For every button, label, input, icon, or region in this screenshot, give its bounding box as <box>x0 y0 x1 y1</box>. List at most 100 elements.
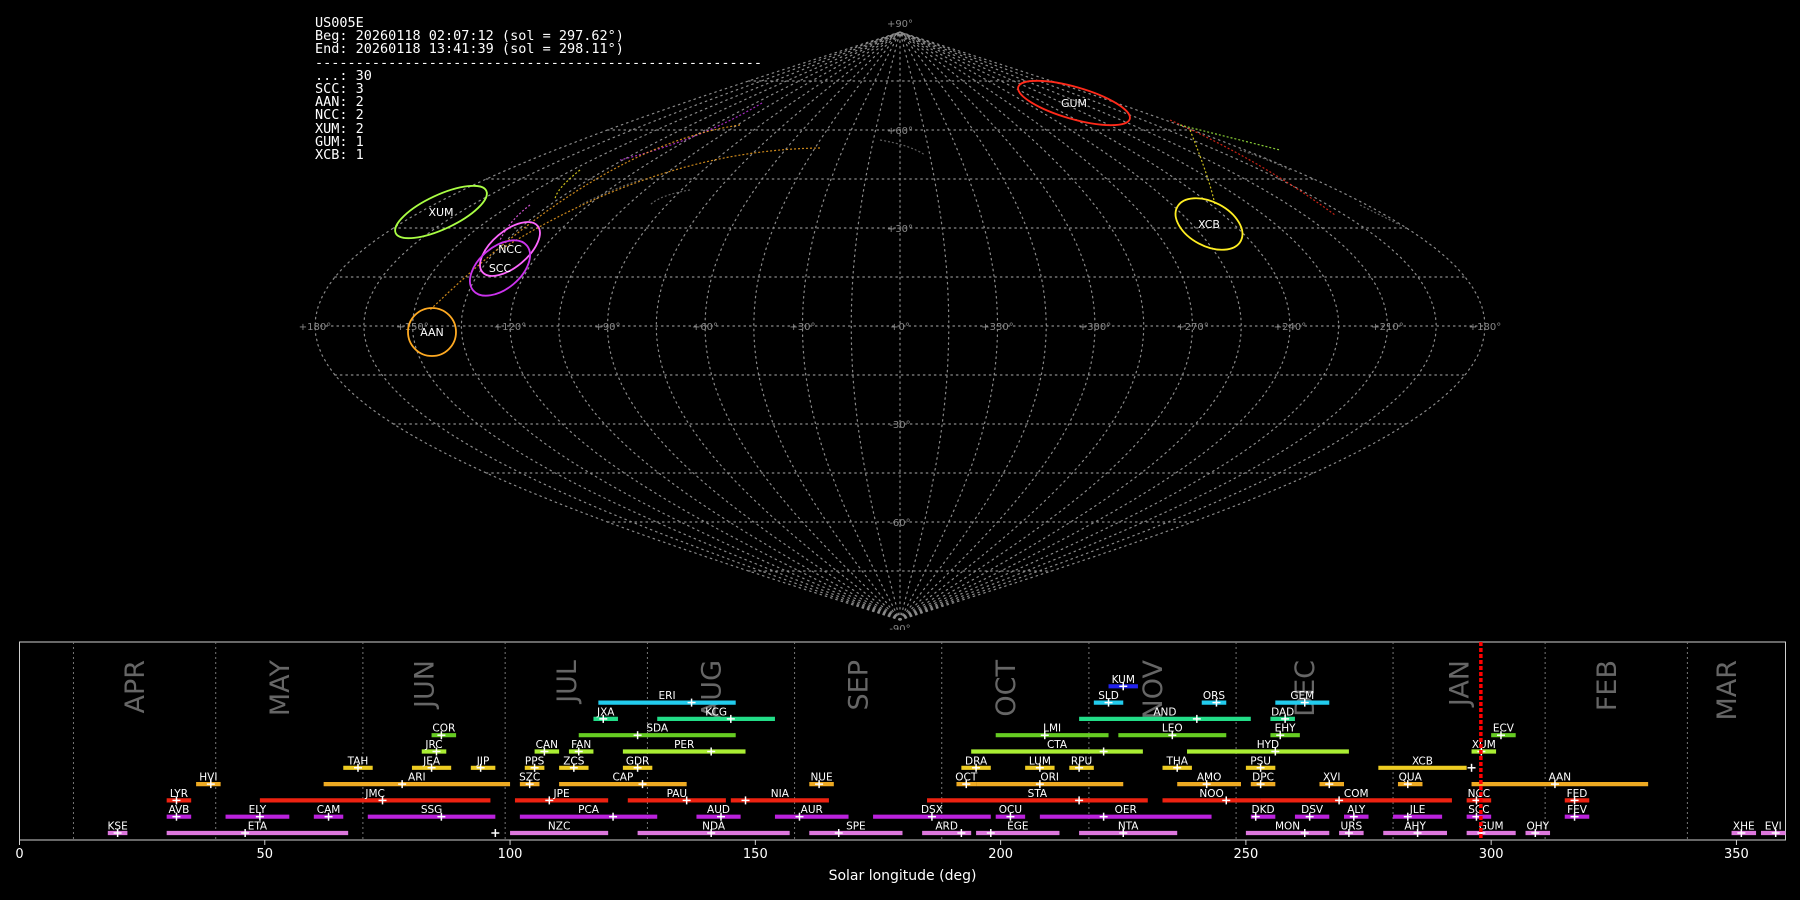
shower-bar-kse: KSE <box>108 821 128 837</box>
shower-bar-ori: ORI <box>976 772 1124 789</box>
x-tick-label: 0 <box>15 847 23 862</box>
shower-label: URS <box>1341 821 1363 833</box>
shower-label: STA <box>1028 788 1048 800</box>
x-axis-label: Solar longitude (deg) <box>829 868 977 884</box>
month-label: DEC <box>1290 660 1321 717</box>
shower-bar-gdr: GDR <box>622 755 653 772</box>
shower-bar-xvi: XVI <box>1319 772 1344 789</box>
shower-label: NTA <box>1118 821 1139 833</box>
shower-bar-kcg: KCG <box>657 706 775 723</box>
shower-bar-kum: KUM <box>1108 674 1138 691</box>
shower-label: CAP <box>612 772 633 784</box>
lon-label: +180° <box>1469 322 1501 333</box>
shower-label: JRC <box>424 739 442 751</box>
meteor-trail <box>1189 129 1216 206</box>
shower-bar-amo: AMO <box>1177 772 1241 789</box>
shower-label: OCU <box>999 804 1022 816</box>
shower-label: SLD <box>1098 690 1119 702</box>
shower-bar-aud: AUD <box>696 804 741 821</box>
shower-label: ARI <box>408 772 426 784</box>
shower-bar-eta: ETA <box>166 821 349 837</box>
shower-bar-per: PER <box>622 739 746 756</box>
shower-label: XHE <box>1733 821 1755 833</box>
shower-bar-ege: EGE <box>976 821 1060 837</box>
shower-bar-jea: JEA <box>411 755 452 772</box>
shower-label: LYR <box>170 788 188 800</box>
lat-label: +30° <box>887 224 913 235</box>
meteor-trail <box>1179 124 1281 151</box>
shower-bar-cor: COR <box>431 723 457 740</box>
shower-bar-noo: NOO <box>1162 788 1261 805</box>
shower-label: ZCS <box>563 755 585 767</box>
shower-bar-nda: NDA <box>637 821 790 837</box>
shower-label: FAN <box>571 739 591 751</box>
shower-bar-scc: SCC <box>1466 804 1492 821</box>
shower-timeline-chart: APR MAY JUN JUL AUG SEP OCT NOV DEC JAN FEB MARKUME… <box>15 641 1786 884</box>
shower-label: OHY <box>1526 821 1549 833</box>
shower-bar-cap: CAP <box>559 772 687 789</box>
shower-bar-gum: GUM <box>1466 821 1516 837</box>
shower-bar-szc: SZC <box>519 772 540 789</box>
shower-bar-dra: DRA <box>961 755 991 772</box>
shower-label: KSE <box>108 821 128 833</box>
month-label: JUL <box>552 660 583 705</box>
shower-bar-zcs: ZCS <box>559 755 589 772</box>
month-label: SEP <box>844 660 875 710</box>
shower-label: PSU <box>1250 755 1271 767</box>
shower-bar-avb: AVB <box>166 804 192 821</box>
shower-bar-tah: TAH <box>343 755 373 772</box>
shower-label: FEV <box>1567 804 1588 816</box>
shower-bar-cta: CTA <box>971 739 1143 756</box>
shower-label: AVB <box>168 804 189 816</box>
shower-bar-jxa: JXA <box>593 706 618 723</box>
radiant-label: NCC <box>498 243 522 256</box>
shower-label: EGE <box>1007 821 1028 833</box>
shower-label: NUE <box>810 772 832 784</box>
shower-label: GDR <box>626 755 650 767</box>
shower-label: TAH <box>347 755 369 767</box>
shower-bar-ncc: NCC <box>1466 788 1492 805</box>
shower-bar-tha: THA <box>1162 755 1192 772</box>
shower-label: JPE <box>553 788 570 800</box>
shower-bar-dsx: DSX <box>873 804 991 821</box>
shower-label: DAD <box>1271 706 1294 718</box>
lon-label: +210° <box>1371 322 1403 333</box>
lat-label: +60° <box>887 126 913 137</box>
shower-bar-xum: XUM <box>1471 739 1497 756</box>
shower-bar-ely: ELY <box>225 804 290 821</box>
shower-bar-sda: SDA <box>578 723 736 740</box>
shower-label: PER <box>674 739 694 751</box>
shower-bar-oct: OCT <box>955 772 978 789</box>
shower-label: NOO <box>1199 788 1223 800</box>
meteor-trail <box>649 189 691 206</box>
radiant-label: AAN <box>420 326 444 339</box>
x-tick-label: 100 <box>498 847 523 862</box>
shower-label: AMO <box>1197 772 1222 784</box>
shower-label: GEM <box>1290 690 1314 702</box>
lon-label: +330° <box>981 322 1013 333</box>
shower-bar-ssg: SSG <box>367 804 496 821</box>
lon-label: +180° <box>299 322 331 333</box>
shower-bar-hyd: HYD <box>1187 739 1349 756</box>
shower-bar-ohy: OHY <box>1525 821 1551 837</box>
shower-label: XUM <box>1472 739 1496 751</box>
shower-bar-aur: AUR <box>774 804 849 821</box>
shower-bar-com: COM <box>1260 788 1452 805</box>
shower-bar-evi: EVI <box>1760 821 1786 837</box>
shower-bar-fed: FED <box>1564 788 1590 805</box>
shower-label: CAM <box>317 804 341 816</box>
shower-label: ERI <box>659 690 676 702</box>
shower-bar-pps: PPS <box>524 755 545 772</box>
shower-bar-ocu: OCU <box>995 804 1026 821</box>
meteor-trail <box>1239 149 1291 171</box>
lon-label: +240° <box>1274 322 1306 333</box>
shower-label: AUD <box>707 804 730 816</box>
shower-bar-ecv: ECV <box>1491 723 1516 740</box>
shower-bar-can: CAN <box>534 739 560 756</box>
shower-bar-hvi: HVI <box>196 772 221 789</box>
shower-label: NCC <box>1468 788 1491 800</box>
shower-label: AUR <box>801 804 823 816</box>
shower-label: PCA <box>578 804 600 816</box>
lon-label: +0° <box>890 322 910 333</box>
shower-label: ECV <box>1493 723 1515 735</box>
